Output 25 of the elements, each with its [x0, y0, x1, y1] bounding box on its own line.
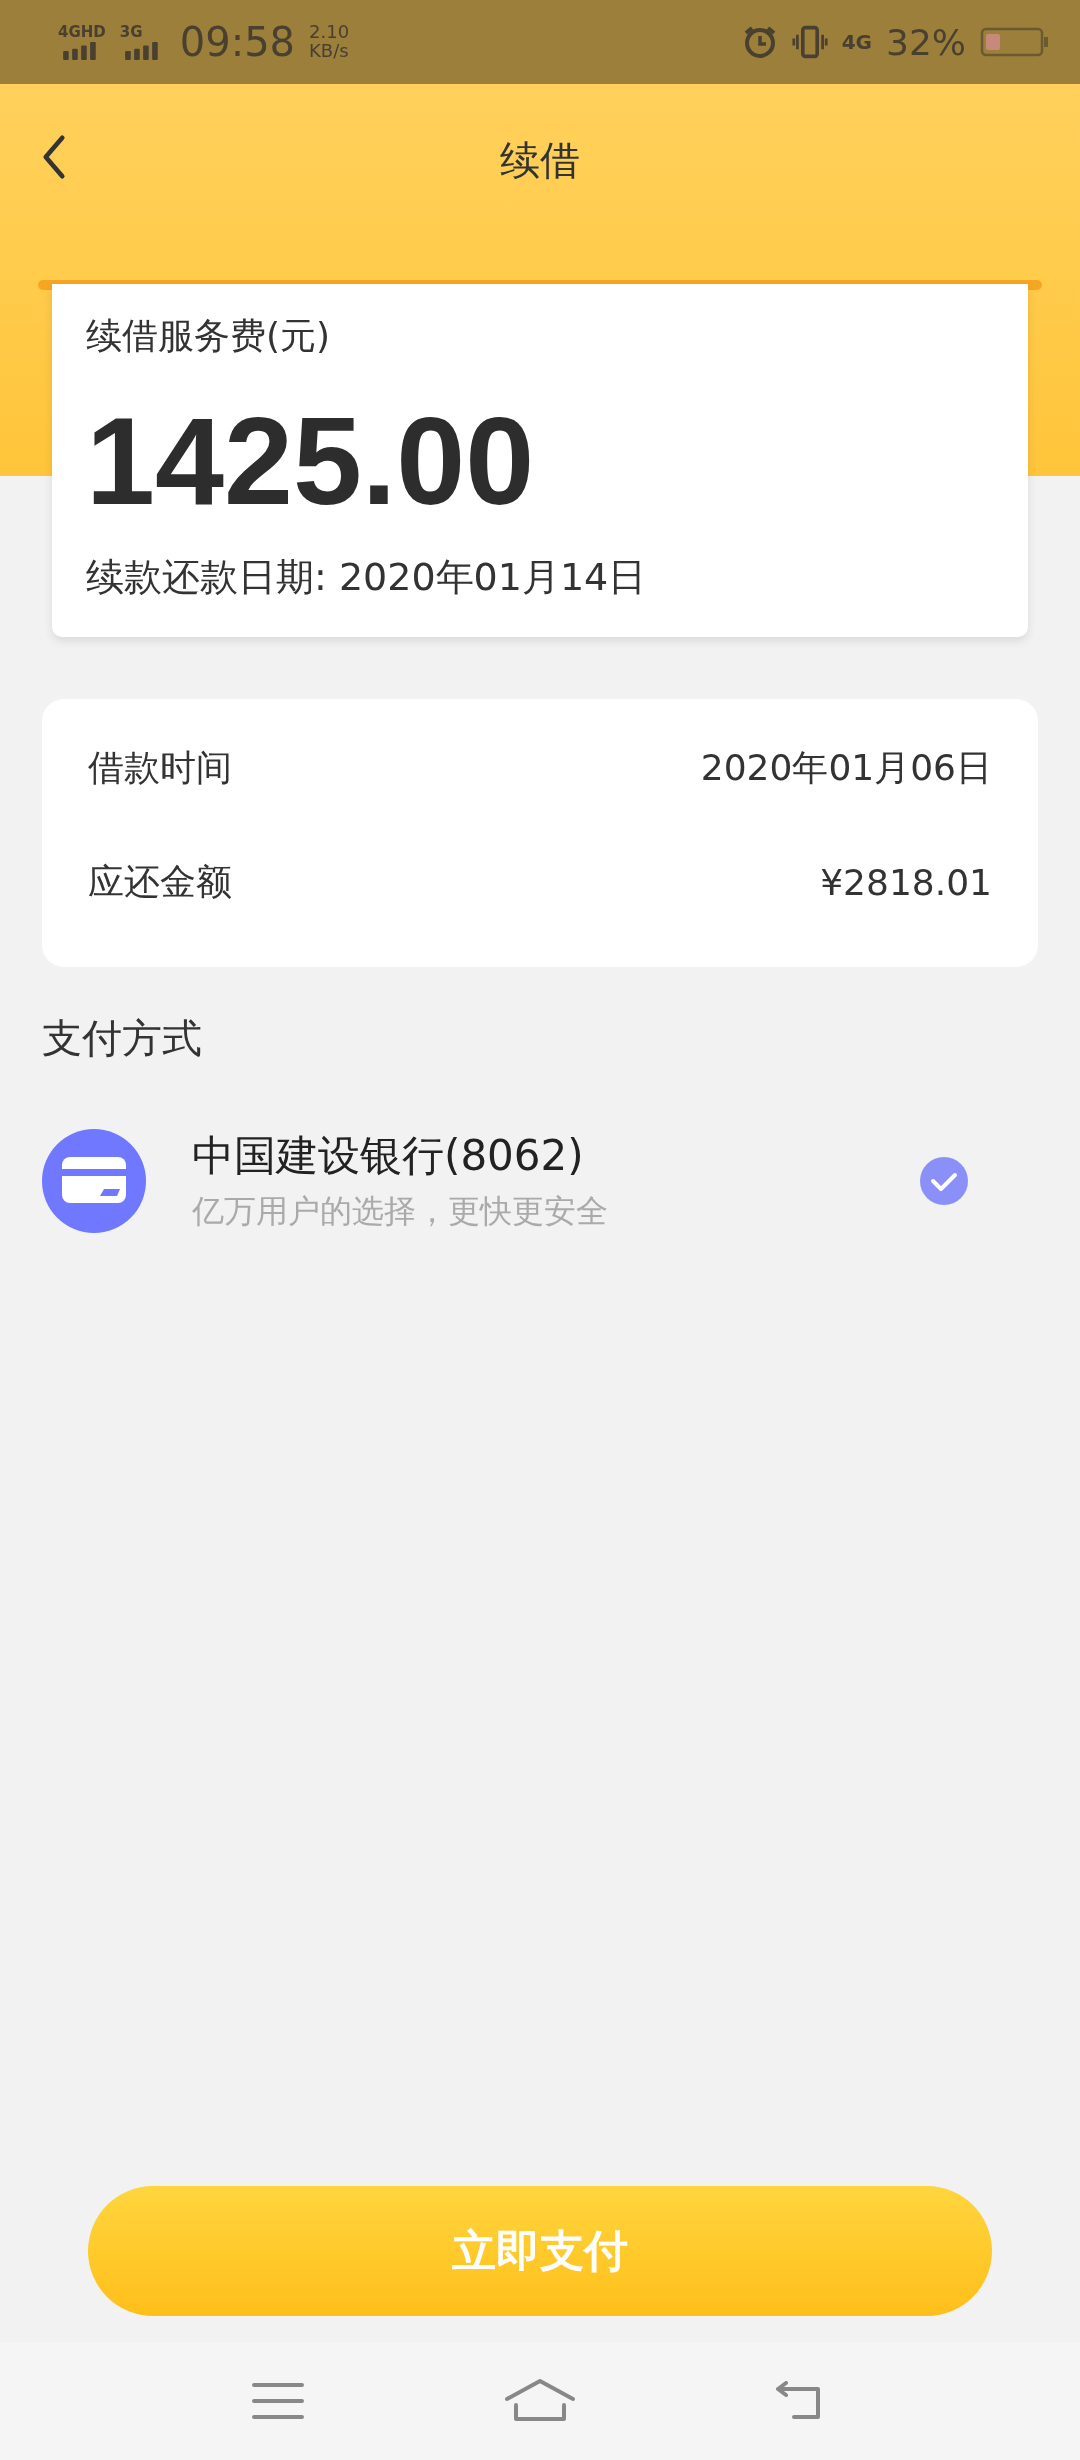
detail-value: 2020年01月06日 — [700, 746, 992, 791]
menu-icon[interactable] — [252, 2381, 304, 2421]
section-title: 支付方式 — [42, 1013, 203, 1063]
fee-amount: 1425.00 — [86, 391, 536, 532]
detail-label: 借款时间 — [88, 746, 232, 791]
bank-note: 亿万用户的选择，更快更安全 — [192, 1190, 609, 1232]
battery-level: 32% — [886, 21, 966, 63]
card-icon — [42, 1128, 146, 1233]
check-icon[interactable] — [920, 1156, 968, 1205]
detail-label: 应还金额 — [88, 860, 232, 905]
sim-label: 4GHD — [58, 24, 106, 40]
network-type: 4G — [841, 32, 872, 52]
sim-label: 3G — [119, 24, 143, 40]
speed-unit: KB/s — [309, 42, 350, 61]
bank-name: 中国建设银行(8062) — [192, 1129, 585, 1182]
network-speed: 2.10 — [309, 23, 350, 42]
vibrate-icon — [791, 24, 828, 60]
payment-method[interactable]: 中国建设银行(8062) 亿万用户的选择，更快更安全 — [42, 1127, 1038, 1234]
detail-value: ¥2818.01 — [820, 862, 992, 904]
due-date: 续款还款日期: 2020年01月14日 — [86, 553, 648, 601]
fee-label: 续借服务费(元) — [86, 314, 332, 358]
home-icon[interactable] — [504, 2379, 576, 2423]
clock: 09:58 — [179, 19, 296, 65]
page-title: 续借 — [500, 135, 580, 185]
battery-icon — [980, 27, 1050, 57]
